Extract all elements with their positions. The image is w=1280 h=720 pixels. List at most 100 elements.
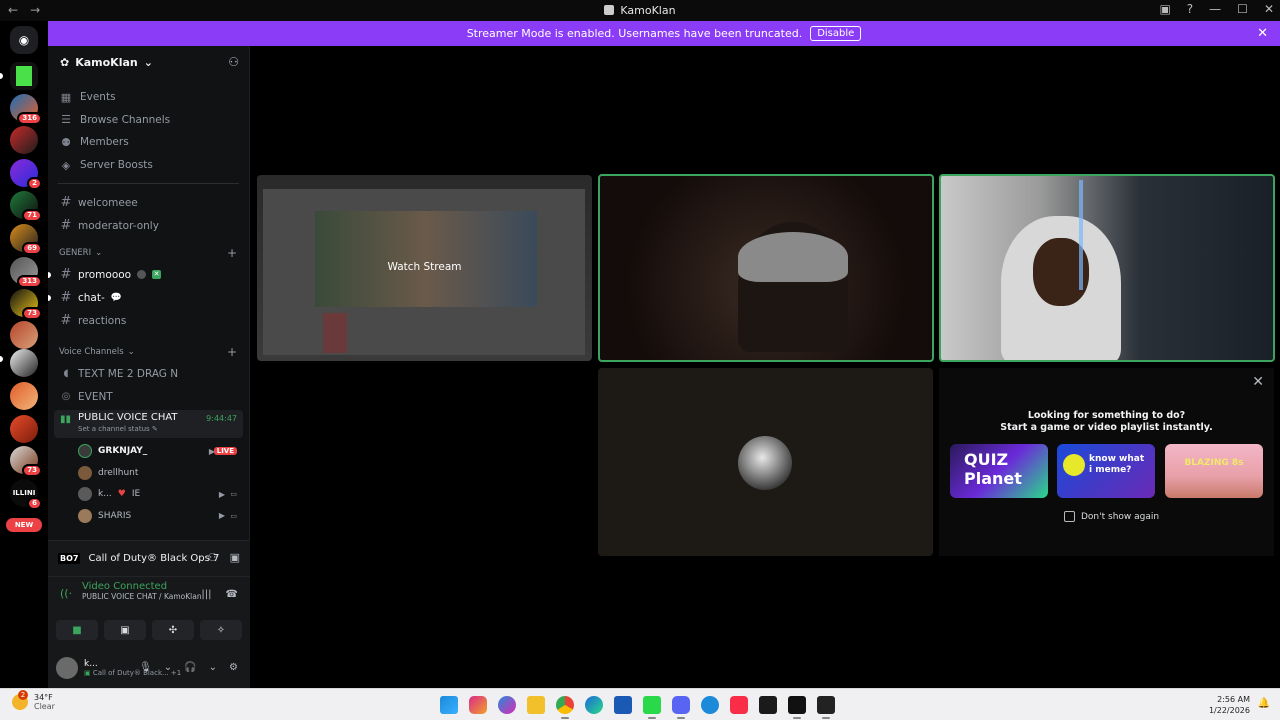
activity-card-quiz[interactable]: QUIZ Planet [950,444,1048,498]
server-icon-5[interactable]: 71 [10,191,42,222]
settings-gear-icon[interactable]: ⚙ [229,662,238,673]
store-icon[interactable] [614,696,632,714]
razer-icon[interactable] [643,696,661,719]
voice-user[interactable]: drellhunt [48,462,249,484]
file-explorer-icon[interactable] [527,696,545,714]
edge-icon[interactable] [585,696,603,714]
voice-user[interactable]: GRKNJAY_ ▶ LIVE [48,440,249,462]
weather-widget[interactable]: 2 34°F Clear [12,690,55,711]
server-icon-illini[interactable]: ILLINI 6 [10,479,42,510]
discord-icon[interactable] [672,696,690,719]
chevron-down-icon[interactable]: ⌄ [209,662,217,673]
chevron-down-icon: ⌄ [95,248,103,259]
voice-activity-icon: ▮▮ [60,414,72,426]
chrome-icon[interactable] [556,696,574,719]
game-activity[interactable]: BO7 Call of Duty® Black Ops 7 ⚇ ▣ [48,541,250,576]
windows-start-icon[interactable] [440,696,458,714]
activity-card-blazing[interactable]: BLAZING 8s [1165,444,1263,498]
epic-games-icon[interactable] [788,696,806,719]
channel-chat[interactable]: # chat- 💬 [48,286,249,309]
channel-promoooo[interactable]: # promoooo ✕ [48,263,249,286]
hash-icon: # [60,267,72,283]
system-clock[interactable]: 2:56 AM 1/22/2026 [1209,694,1250,716]
server-icon-9[interactable] [10,321,38,349]
voice-user[interactable]: k... ♥ IE ▶ ▭ [48,483,249,505]
disconnect-icon[interactable]: ☎ [226,589,238,600]
close-icon[interactable]: ✕ [1252,374,1264,390]
channel-status[interactable]: Set a channel status ✎ [78,425,237,433]
xbox-icon[interactable] [759,696,777,714]
close-banner-icon[interactable]: ✕ [1257,26,1268,41]
active-voice-channel[interactable]: ▮▮ PUBLIC VOICE CHAT Set a channel statu… [54,410,243,439]
add-channel-icon[interactable]: + [227,246,237,260]
video-tile[interactable] [939,174,1275,362]
headphones-icon[interactable]: 🎧 [184,662,196,673]
help-icon[interactable]: ? [1187,2,1193,16]
server-icon-8[interactable]: 73 [10,289,42,320]
server-icon-4[interactable]: 2 [10,159,42,190]
unread-dot [48,271,51,278]
dont-show-again[interactable]: Don't show again [1064,511,1159,522]
close-window-icon[interactable]: ✕ [1264,2,1274,16]
disable-button[interactable]: Disable [810,26,862,41]
unread-dot [48,294,51,301]
checkbox[interactable] [1064,511,1075,522]
chevron-down-icon: ⌄ [143,55,153,69]
server-icon-12[interactable] [10,415,38,443]
camera-button[interactable]: ■ [56,620,98,640]
game-overlay-icon[interactable]: ▣ [230,551,240,564]
server-icon-k[interactable] [10,62,38,90]
server-header[interactable]: ✿ KamoKlan ⌄ ⚇ [48,46,249,78]
server-icon-13[interactable]: 73 [10,446,42,477]
minimize-icon[interactable]: — [1209,2,1221,16]
server-icon-10[interactable] [10,349,38,377]
mention-badge: 69 [22,242,42,255]
add-channel-icon[interactable]: + [227,345,237,359]
server-icon-3[interactable] [10,126,38,154]
video-tile[interactable] [598,174,934,362]
voice-channel-text-me[interactable]: ◖ TEXT ME 2 DRAG N [48,362,249,385]
watch-stream-label[interactable]: Watch Stream [257,261,592,273]
inbox-icon[interactable]: ▣ [1159,2,1170,16]
server-icon-2[interactable]: 316 [10,94,42,125]
stream-tile[interactable]: Watch Stream [257,175,592,361]
share-screen-button[interactable]: ▣ [104,620,146,640]
activity-card-meme[interactable]: know what i meme? [1057,444,1155,498]
invite-people-icon[interactable]: ⚇ [228,55,239,69]
voice-channel-event[interactable]: ◎ EVENT [48,385,249,408]
invite-to-game-icon[interactable]: ⚇ [208,551,218,564]
nav-browse-channels[interactable]: ☰ Browse Channels [48,109,249,132]
list-icon: ☰ [61,113,71,127]
nav-server-boosts[interactable]: ◈ Server Boosts [48,154,249,177]
nav-members[interactable]: ⚉ Members [48,131,249,154]
server-icon-6[interactable]: 69 [10,224,42,255]
soundboard-icon: ✧ [216,624,226,636]
copilot-icon[interactable] [498,696,516,714]
voice-user[interactable]: SHARIS ▶ ▭ [48,505,249,527]
call-of-duty-icon[interactable] [817,696,835,719]
music-icon[interactable] [730,696,748,714]
unread-pill [0,73,3,79]
soundboard-button[interactable]: ✧ [200,620,242,640]
category-voice[interactable]: Voice Channels ⌄ + [48,342,249,362]
instagram-icon[interactable] [469,696,487,714]
channel-reactions[interactable]: # reactions [48,309,249,332]
channel-moderator-only[interactable]: # moderator-only [48,214,249,237]
server-icon-7[interactable]: 313 [10,257,42,288]
hash-icon: # [60,218,72,234]
avatar-tile[interactable] [598,368,933,556]
avatar[interactable] [56,657,78,679]
category-generi[interactable]: GENERI ⌄ + [48,243,249,263]
new-pill[interactable]: NEW [6,518,42,532]
nav-events[interactable]: ▦ Events [48,86,249,109]
noise-suppression-icon[interactable]: ||| [201,589,211,600]
microphone-icon[interactable]: 🎙 [139,662,152,673]
chevron-down-icon[interactable]: ⌄ [164,662,172,673]
server-icon-11[interactable] [10,382,38,410]
discord-home-icon[interactable]: ◉ [10,26,38,54]
notification-bell-icon[interactable]: 🔔 [1258,698,1270,709]
channel-welcomeee[interactable]: # welcomeee [48,191,249,214]
maximize-icon[interactable]: ☐ [1237,2,1248,16]
activities-button[interactable]: ✣ [152,620,194,640]
game-bar-icon[interactable] [701,696,719,714]
